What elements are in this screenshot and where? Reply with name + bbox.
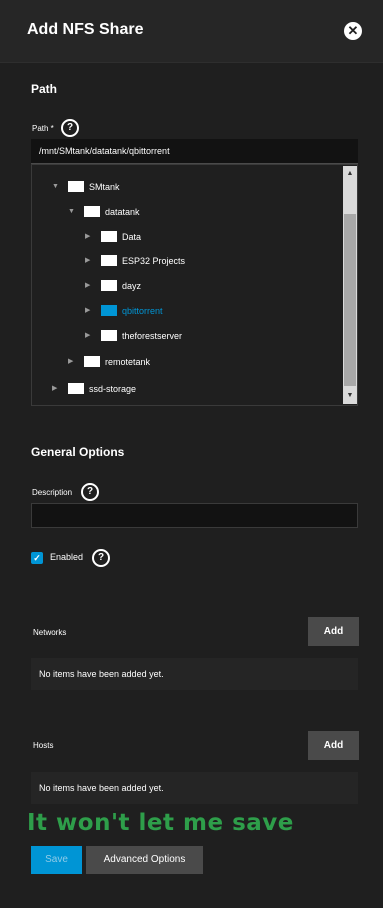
folder-icon [84, 206, 100, 218]
dialog-title: Add NFS Share [27, 21, 144, 38]
folder-icon [84, 356, 100, 368]
tree-node-label: theforestserver [122, 331, 183, 341]
enabled-checkbox[interactable]: ✓ [31, 552, 43, 564]
add-network-button[interactable]: Add [308, 617, 359, 646]
path-section-title: Path [31, 82, 58, 96]
chevron-down-icon[interactable]: ▼ [52, 180, 62, 194]
folder-icon [62, 164, 76, 165]
chevron-right-icon[interactable]: ▶ [85, 329, 95, 343]
add-host-button[interactable]: Add [308, 731, 359, 760]
dialog-header: Add NFS Share ✕ [0, 0, 383, 63]
scroll-thumb[interactable] [344, 214, 356, 386]
tree-node-esp32-projects[interactable]: ▶ ESP32 Projects [85, 254, 185, 268]
tree-node-label: ESP32 Projects [122, 256, 186, 266]
path-input[interactable]: /mnt/SMtank/datatank/qbittorrent [31, 139, 358, 164]
chevron-right-icon[interactable]: ▶ [85, 304, 95, 318]
chevron-right-icon[interactable]: ▶ [85, 279, 95, 293]
folder-icon [101, 305, 117, 317]
general-options-title: General Options [31, 445, 125, 459]
tree-node-ssd-storage[interactable]: ▶ ssd-storage [52, 382, 136, 396]
tree-node-label: remotetank [105, 357, 151, 367]
chevron-right-icon[interactable]: ▶ [85, 230, 95, 244]
tree-node-label: datatank [105, 207, 140, 217]
tree-node-theforestserver[interactable]: ▶ theforestserver [85, 329, 182, 343]
enabled-label: Enabled [50, 552, 84, 562]
description-label: Description [32, 488, 73, 497]
path-label: Path * [32, 124, 54, 133]
networks-label: Networks [33, 628, 67, 637]
tree-node-dayz[interactable]: ▶ dayz [85, 279, 141, 293]
hosts-label: Hosts [33, 741, 54, 750]
help-icon[interactable]: ? [61, 119, 79, 137]
advanced-options-button[interactable]: Advanced Options [86, 846, 203, 874]
tree-node-smtank[interactable]: ▼ SMtank [52, 180, 120, 194]
scroll-up-icon[interactable]: ▲ [343, 168, 357, 180]
folder-icon [101, 330, 117, 342]
folder-icon [101, 231, 117, 243]
tree-node-remotetank[interactable]: ▶ remotetank [68, 355, 150, 369]
nfs-share-dialog: Add NFS Share ✕ Path Path * ? /mnt/SMtan… [0, 0, 383, 908]
chevron-right-icon[interactable]: ▶ [52, 382, 62, 396]
tree-node-label: SMtank [89, 182, 120, 192]
chevron-right-icon[interactable]: ▶ [68, 355, 78, 369]
tree-node-label: dayz [122, 281, 142, 291]
save-button[interactable]: Save [31, 846, 82, 874]
hosts-empty-message: No items have been added yet. [31, 772, 358, 804]
help-icon[interactable]: ? [92, 549, 110, 567]
tree-node-label: ssd-storage [89, 384, 137, 394]
tree-node-datatank[interactable]: ▼ datatank [68, 205, 140, 219]
chevron-down-icon[interactable]: ▼ [68, 205, 78, 219]
tree-node-label: qbittorrent [122, 306, 163, 316]
folder-icon [68, 181, 84, 193]
directory-tree[interactable]: ▼ SMtank ▼ datatank ▶ Data ▶ ESP32 Projects … [31, 164, 358, 406]
folder-icon [68, 383, 84, 395]
tree-node-data[interactable]: ▶ Data [85, 230, 141, 244]
tree-node-label: Data [122, 232, 142, 242]
networks-empty-message: No items have been added yet. [31, 658, 358, 690]
scroll-down-icon[interactable]: ▼ [343, 390, 357, 402]
chevron-right-icon[interactable]: ▶ [85, 254, 95, 268]
help-icon[interactable]: ? [81, 483, 99, 501]
annotation-text: It won't let me save [27, 810, 294, 836]
folder-icon [101, 280, 117, 292]
close-icon[interactable]: ✕ [344, 22, 362, 40]
folder-icon [101, 255, 117, 267]
tree-scrollbar[interactable]: ▲ ▼ [343, 166, 357, 404]
tree-node-qbittorrent[interactable]: ▶ qbittorrent [85, 304, 163, 318]
description-input[interactable] [31, 503, 358, 528]
